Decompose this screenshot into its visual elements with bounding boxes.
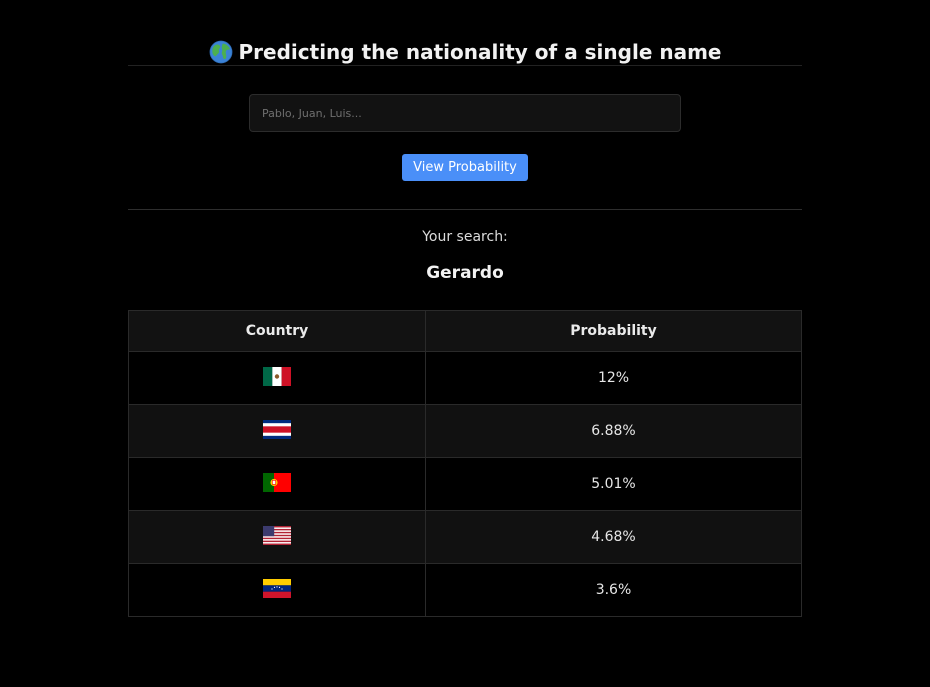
country-cell (128, 351, 426, 405)
mexico-flag-icon (263, 366, 291, 386)
globe-icon (209, 40, 233, 64)
country-column-header: Country (128, 310, 426, 352)
table-row: 6.88% (128, 404, 802, 458)
probability-cell: 4.68% (425, 510, 802, 564)
title-text: Predicting the nationality of a single n… (238, 40, 722, 64)
country-cell (128, 457, 426, 511)
name-search-input[interactable] (249, 94, 681, 132)
probability-cell: 6.88% (425, 404, 802, 458)
portugal-flag-icon (263, 472, 291, 492)
divider (128, 209, 802, 210)
header: Predicting the nationality of a single n… (128, 0, 802, 66)
search-wrapper (128, 94, 802, 132)
button-wrapper: View Probability (128, 154, 802, 181)
table-row: 12% (128, 351, 802, 405)
table-row: 5.01% (128, 457, 802, 511)
probability-cell: 3.6% (425, 563, 802, 617)
country-cell (128, 563, 426, 617)
results-table: Country Probability 12% 6.88% 5.01% 4.68… (128, 310, 802, 617)
searched-name: Gerardo (426, 263, 504, 283)
country-cell (128, 510, 426, 564)
probability-cell: 5.01% (425, 457, 802, 511)
probability-cell: 12% (425, 351, 802, 405)
venezuela-flag-icon (263, 578, 291, 598)
view-probability-button[interactable]: View Probability (402, 154, 528, 181)
usa-flag-icon (263, 525, 291, 545)
country-cell (128, 404, 426, 458)
table-header-row: Country Probability (128, 310, 802, 352)
costa-rica-flag-icon (263, 419, 291, 439)
page-title: Predicting the nationality of a single n… (209, 38, 722, 66)
page-container: Predicting the nationality of a single n… (128, 0, 802, 617)
your-search-label: Your search: (422, 229, 508, 245)
probability-column-header: Probability (425, 310, 802, 352)
table-row: 4.68% (128, 510, 802, 564)
table-row: 3.6% (128, 563, 802, 617)
